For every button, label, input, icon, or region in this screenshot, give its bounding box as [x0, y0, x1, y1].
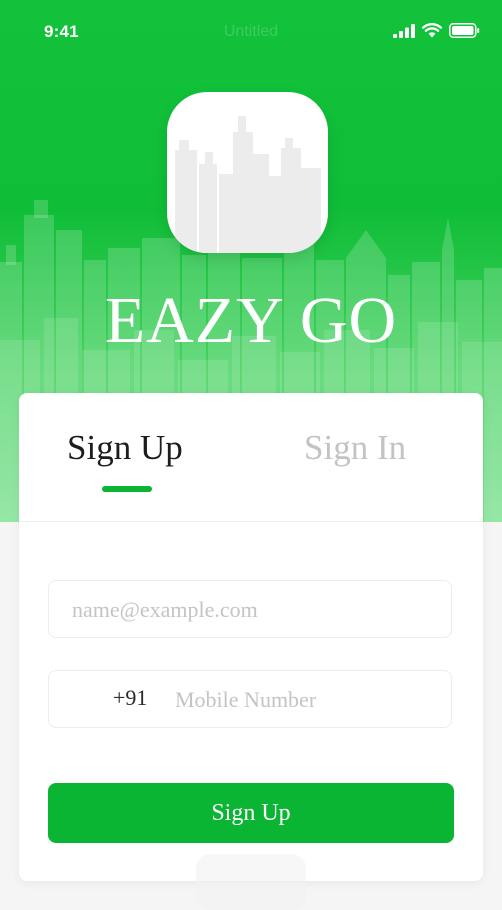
auth-card: Sign Up Sign In +91 Sign Up	[19, 393, 483, 881]
phone-field: +91	[48, 670, 452, 729]
sign-up-button[interactable]: Sign Up	[48, 783, 454, 843]
card-divider	[19, 521, 483, 522]
home-indicator	[196, 854, 306, 910]
email-field	[48, 580, 452, 639]
wifi-icon	[422, 23, 442, 38]
battery-icon	[449, 23, 480, 38]
app-title: EAZY GO	[104, 284, 398, 357]
tab-sign-in[interactable]: Sign In	[304, 423, 406, 473]
tab-sign-up[interactable]: Sign Up	[67, 423, 183, 473]
app-logo-icon	[167, 92, 328, 253]
status-icons	[393, 23, 480, 38]
mobile-number-input[interactable]	[173, 671, 447, 729]
email-input[interactable]	[70, 581, 444, 639]
signal-icon	[393, 23, 415, 38]
app-logo-skyline-icon	[175, 116, 321, 253]
country-code[interactable]: +91	[113, 685, 147, 711]
active-tab-indicator	[102, 486, 152, 492]
status-bar: 9:41 Untitled	[0, 0, 502, 64]
